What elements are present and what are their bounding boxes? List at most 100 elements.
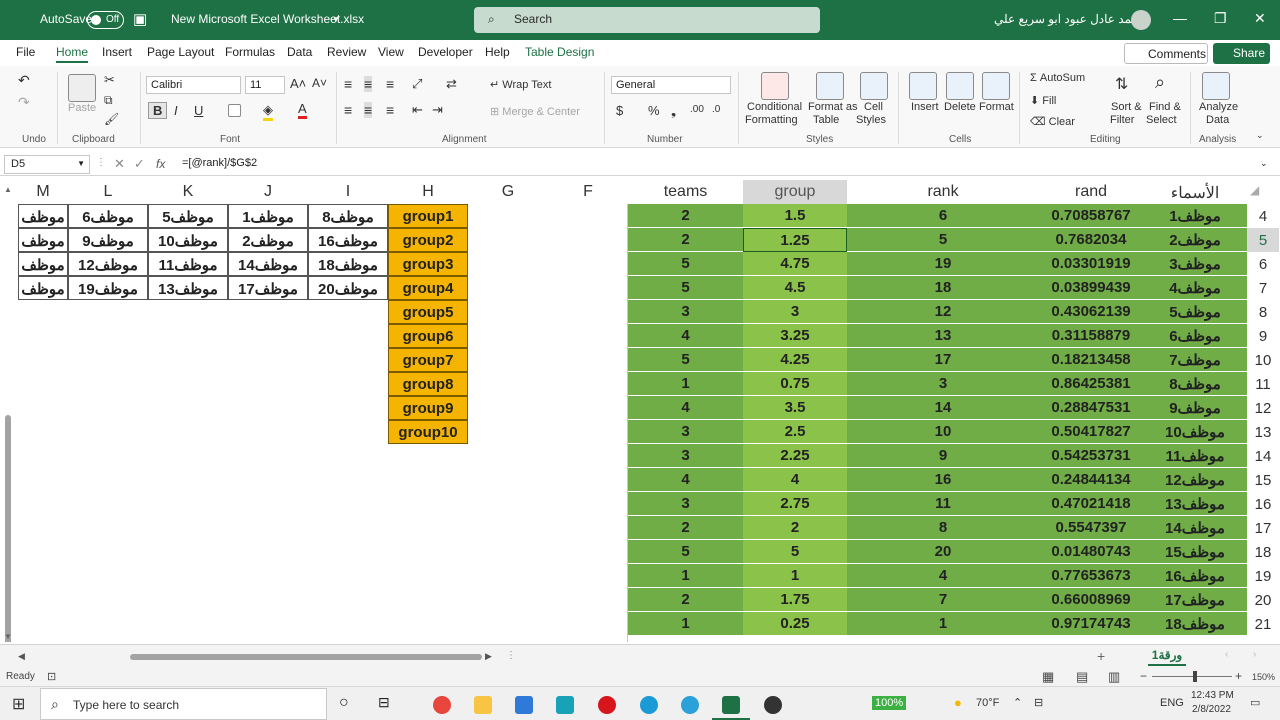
- table-cell-teams[interactable]: 5: [628, 348, 743, 372]
- group-cell[interactable]: group1: [388, 204, 468, 228]
- bold-button[interactable]: B: [148, 102, 168, 119]
- table-cell-group[interactable]: 1.5: [743, 204, 847, 228]
- delete-label[interactable]: Delete: [944, 101, 976, 113]
- table-cell-group[interactable]: 3: [743, 300, 847, 324]
- windows-start-icon[interactable]: ⊞: [12, 694, 25, 714]
- table-cell-rank[interactable]: 14: [847, 396, 1039, 420]
- format-as-label[interactable]: Format as: [808, 101, 858, 113]
- opera-icon[interactable]: [598, 696, 616, 714]
- task-view-icon[interactable]: ⊟: [378, 694, 390, 711]
- table-cell-name[interactable]: موظف3: [1143, 252, 1247, 276]
- restore-icon[interactable]: ❐: [1214, 10, 1227, 27]
- tab-view[interactable]: View: [378, 45, 404, 59]
- insert-cells-icon[interactable]: [909, 72, 937, 100]
- row-header[interactable]: 18: [1247, 540, 1279, 564]
- collapse-ribbon-icon[interactable]: ⌄: [1256, 130, 1264, 141]
- row-header[interactable]: 17: [1247, 516, 1279, 540]
- employee-cell[interactable]: موظف: [18, 228, 68, 252]
- table-cell-teams[interactable]: 3: [628, 300, 743, 324]
- language-indicator[interactable]: ENG: [1160, 697, 1184, 709]
- table-cell-rank[interactable]: 7: [847, 588, 1039, 612]
- minimize-icon[interactable]: —: [1173, 10, 1187, 26]
- table-cell-teams[interactable]: 2: [628, 516, 743, 540]
- table-cell-teams[interactable]: 5: [628, 540, 743, 564]
- close-icon[interactable]: ✕: [1254, 10, 1266, 27]
- table-cell-rank[interactable]: 8: [847, 516, 1039, 540]
- analyze-label[interactable]: Analyze: [1199, 101, 1238, 113]
- table-cell-group[interactable]: 3.25: [743, 324, 847, 348]
- decrease-indent-icon[interactable]: ⇤: [412, 102, 423, 118]
- table-cell-teams[interactable]: 2: [628, 204, 743, 228]
- table-cell-group[interactable]: 2.5: [743, 420, 847, 444]
- paste-icon[interactable]: [68, 74, 96, 102]
- obs-icon[interactable]: [764, 696, 782, 714]
- table-cell-group[interactable]: 2: [743, 516, 847, 540]
- shrink-font-icon[interactable]: A˅: [312, 76, 327, 90]
- group-cell[interactable]: group2: [388, 228, 468, 252]
- macro-icon[interactable]: ⊡: [47, 670, 56, 683]
- table-cell-group[interactable]: 5: [743, 540, 847, 564]
- cortana-icon[interactable]: ○: [339, 694, 349, 712]
- table-cell-rank[interactable]: 11: [847, 492, 1039, 516]
- enter-icon[interactable]: ✓: [134, 156, 145, 172]
- cell-styles-icon[interactable]: [860, 72, 888, 100]
- table-cell-rank[interactable]: 3: [847, 372, 1039, 396]
- app-l-icon[interactable]: [556, 696, 574, 714]
- employee-cell[interactable]: موظف2: [228, 228, 308, 252]
- row-header[interactable]: 15: [1247, 468, 1279, 492]
- table-cell-rand[interactable]: 0.5547397: [1039, 516, 1143, 540]
- employee-cell[interactable]: موظف1: [228, 204, 308, 228]
- table-cell-name[interactable]: موظف13: [1143, 492, 1247, 516]
- table-cell-teams[interactable]: 4: [628, 324, 743, 348]
- row-header[interactable]: 5: [1247, 228, 1279, 252]
- tab-prev-icon[interactable]: ‹: [1225, 649, 1228, 660]
- table-cell-teams[interactable]: 4: [628, 468, 743, 492]
- table-cell-group[interactable]: 4.25: [743, 348, 847, 372]
- delete-cells-icon[interactable]: [946, 72, 974, 100]
- name-box[interactable]: D5 ▼: [4, 155, 90, 174]
- edge-icon[interactable]: [640, 696, 658, 714]
- table-cell-teams[interactable]: 1: [628, 564, 743, 588]
- row-header[interactable]: 13: [1247, 420, 1279, 444]
- zoom-in-icon[interactable]: +: [1235, 669, 1242, 683]
- increase-indent-icon[interactable]: ⇥: [432, 102, 443, 118]
- column-header-m[interactable]: M: [18, 180, 68, 204]
- vertical-scrollbar[interactable]: [5, 415, 11, 642]
- table-cell-teams[interactable]: 3: [628, 492, 743, 516]
- row-header[interactable]: 12: [1247, 396, 1279, 420]
- row-header[interactable]: 14: [1247, 444, 1279, 468]
- decrease-decimal-icon[interactable]: .0: [712, 104, 720, 115]
- table-cell-rand[interactable]: 0.70858767: [1039, 204, 1143, 228]
- table-cell-rank[interactable]: 10: [847, 420, 1039, 444]
- table-cell-group[interactable]: 0.25: [743, 612, 847, 636]
- filename-chevron-icon[interactable]: ▼: [332, 15, 340, 24]
- table-cell-group[interactable]: 4.75: [743, 252, 847, 276]
- table-cell-rank[interactable]: 6: [847, 204, 1039, 228]
- excel-icon[interactable]: [722, 696, 740, 714]
- table-cell-group[interactable]: 2.75: [743, 492, 847, 516]
- table-cell-group[interactable]: 0.75: [743, 372, 847, 396]
- table-cell-rank[interactable]: 16: [847, 468, 1039, 492]
- add-sheet-icon[interactable]: +: [1097, 648, 1105, 664]
- table-cell-teams[interactable]: 5: [628, 252, 743, 276]
- employee-cell[interactable]: موظف12: [68, 252, 148, 276]
- table-cell-group[interactable]: 1.75: [743, 588, 847, 612]
- notifications-icon[interactable]: ▭: [1250, 696, 1260, 709]
- group-cell[interactable]: group8: [388, 372, 468, 396]
- employee-cell[interactable]: موظف16: [308, 228, 388, 252]
- save-icon[interactable]: ▣: [133, 10, 147, 28]
- table-cell-rand[interactable]: 0.01480743: [1039, 540, 1143, 564]
- column-header-h[interactable]: H: [388, 180, 468, 204]
- redo-icon[interactable]: ↷: [18, 94, 30, 111]
- align-right-icon[interactable]: ≡: [386, 102, 394, 118]
- scroll-up-icon[interactable]: ▲: [4, 185, 12, 194]
- formula-input[interactable]: =[@rank]/$G$2: [182, 157, 257, 169]
- cancel-icon[interactable]: ✕: [114, 156, 125, 172]
- italic-button[interactable]: I: [174, 103, 178, 118]
- wrap-text-button[interactable]: ↵ Wrap Text: [490, 78, 551, 91]
- group-cell[interactable]: group3: [388, 252, 468, 276]
- group-cell[interactable]: group6: [388, 324, 468, 348]
- row-header[interactable]: 20: [1247, 588, 1279, 612]
- column-header-l[interactable]: L: [68, 180, 148, 204]
- copy-icon[interactable]: ⧉: [104, 93, 113, 108]
